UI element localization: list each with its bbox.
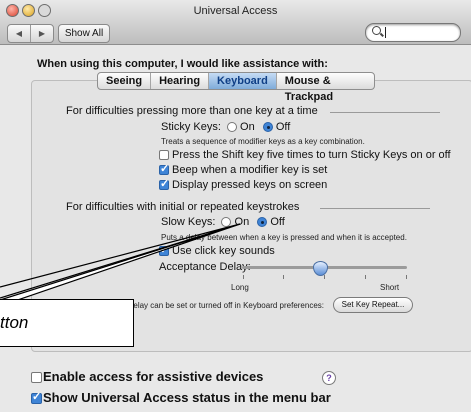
set-key-repeat-button[interactable]: Set Key Repeat... [333,297,413,313]
back-arrow-icon[interactable]: ◀ [8,25,31,42]
sticky-section-heading: For difficulties pressing more than one … [66,105,318,117]
click-sounds-label: Use click key sounds [172,245,275,257]
sticky-description: Treats a sequence of modifier keys as a … [161,137,365,146]
slow-description: Puts a delay between when a key is press… [161,233,407,242]
search-icon [372,26,381,35]
status-menu-label: Show Universal Access status in the menu… [43,390,331,405]
slider-min-label: Long [231,283,249,292]
slider-tick [324,275,325,279]
slider-tick [365,275,366,279]
slider-tick [283,275,284,279]
assistive-devices-checkbox[interactable] [31,372,42,383]
slow-on-radio[interactable] [221,217,232,227]
beep-modifier-label: Beep when a modifier key is set [172,164,328,176]
search-field[interactable] [365,23,461,42]
title-bar: Universal Access ◀ ▶ Show All [0,0,471,45]
slider-tick [243,275,244,279]
intro-text: When using this computer, I would like a… [37,58,328,70]
show-all-button[interactable]: Show All [58,24,110,43]
slow-section-heading: For difficulties with initial or repeate… [66,201,300,213]
preferences-window: Universal Access ◀ ▶ Show All When using… [0,0,471,412]
acceptance-delay-label: Acceptance Delay: [159,261,251,273]
tab-hearing[interactable]: Hearing [151,73,210,89]
slow-keys-row: Slow Keys: On Off [161,216,285,228]
help-icon[interactable]: ? [322,371,336,385]
click-sounds-checkbox[interactable] [159,243,169,256]
display-keys-checkbox[interactable] [159,177,169,190]
sticky-keys-row: Sticky Keys: On Off [161,121,290,133]
back-forward-control: ◀ ▶ [7,24,54,43]
display-keys-label: Display pressed keys on screen [172,179,328,191]
tab-mouse-trackpad[interactable]: Mouse & Trackpad [277,73,374,103]
slider-tick [406,275,407,279]
shift-five-times-checkbox[interactable] [159,150,169,160]
slow-keys-label: Slow Keys: [161,216,216,228]
sticky-on-label: On [240,121,255,133]
shift-five-times-label: Press the Shift key five times to turn S… [172,149,451,161]
sticky-keys-label: Sticky Keys: [161,121,221,133]
beep-modifier-checkbox[interactable] [159,162,169,175]
slider-max-label: Short [380,283,400,292]
tab-seeing[interactable]: Seeing [98,73,152,89]
section-divider [330,112,440,113]
sticky-on-radio[interactable] [226,122,237,132]
callout-text: tton [0,313,29,332]
tab-keyboard[interactable]: Keyboard [209,73,277,89]
forward-arrow-icon[interactable]: ▶ [31,25,53,42]
slow-off-radio[interactable] [257,217,268,227]
assistive-devices-label: Enable access for assistive devices [43,369,264,384]
tab-bar: Seeing Hearing Keyboard Mouse & Trackpad [97,72,375,103]
window-title: Universal Access [193,5,278,17]
slow-on-label: On [234,216,250,228]
slow-off-label: Off [270,216,285,228]
search-caret [385,27,386,38]
sticky-off-radio[interactable] [262,122,273,132]
section-divider [320,208,430,209]
status-menu-checkbox[interactable] [31,390,42,404]
sticky-off-label: Off [275,121,291,133]
